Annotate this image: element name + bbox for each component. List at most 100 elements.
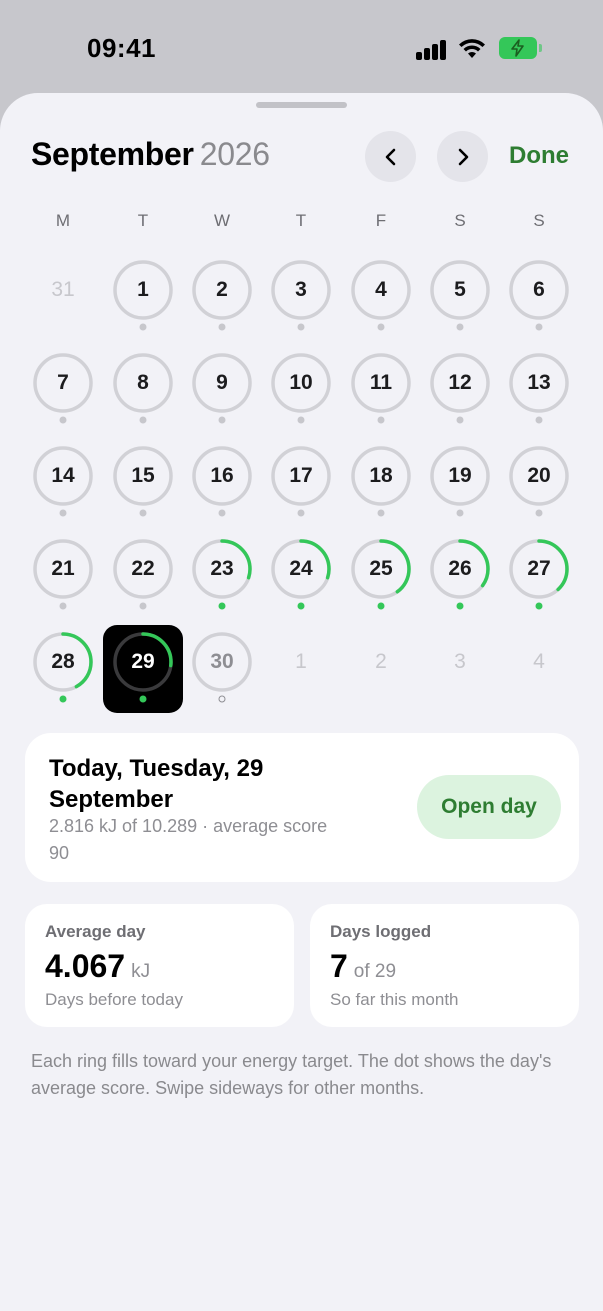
score-dot	[218, 323, 226, 331]
calendar-day-outside-month: 4	[508, 631, 570, 693]
calendar-day-13[interactable]: 13	[508, 352, 570, 414]
explanation-text: Each ring fills toward your energy targe…	[31, 1051, 552, 1098]
score-dot	[59, 695, 67, 703]
calendar-day-2[interactable]: 2	[191, 259, 253, 321]
day-number: 28	[51, 650, 75, 673]
day-number: 1	[295, 650, 307, 673]
calendar-day-28[interactable]: 28	[32, 631, 94, 693]
day-number: 11	[369, 371, 393, 394]
day-number: 14	[51, 464, 75, 487]
calendar-day-23[interactable]: 23	[191, 538, 253, 600]
calendar-day-5[interactable]: 5	[429, 259, 491, 321]
day-number: 3	[295, 278, 307, 301]
calendar-day-3[interactable]: 3	[270, 259, 332, 321]
calendar-day-20[interactable]: 20	[508, 445, 570, 507]
calendar-day-9[interactable]: 9	[191, 352, 253, 414]
score-dot	[139, 416, 147, 424]
day-number: 15	[131, 464, 155, 487]
score-dot	[139, 323, 147, 331]
calendar-day-25[interactable]: 25	[350, 538, 412, 600]
day-number: 23	[210, 557, 234, 580]
score-dot	[535, 323, 543, 331]
calendar-day-29[interactable]: 29	[112, 631, 174, 693]
calendar-day-outside-month: 1	[270, 631, 332, 693]
score-dot	[535, 416, 543, 424]
calendar-day-10[interactable]: 10	[270, 352, 332, 414]
day-number: 2	[216, 278, 228, 301]
score-dot	[456, 602, 464, 610]
score-dot	[59, 509, 67, 517]
today-summary-card: Today, Tuesday, 29 September 2.816 kJ of…	[25, 733, 579, 882]
calendar-day-12[interactable]: 12	[429, 352, 491, 414]
score-dot	[377, 509, 385, 517]
day-number: 7	[57, 371, 69, 394]
calendar-day-7[interactable]: 7	[32, 352, 94, 414]
calendar-sheet: September 2026 Done M T W T F S S 31 1 2 3 4 5…	[0, 93, 603, 1311]
calendar-day-outside-month: 31	[32, 259, 94, 321]
score-dot	[297, 602, 305, 610]
calendar-day-1[interactable]: 1	[112, 259, 174, 321]
day-number: 24	[289, 557, 313, 580]
stat-unit: of 29	[353, 961, 397, 982]
stat-note: Days before today	[45, 990, 183, 1009]
day-number: 6	[533, 278, 545, 301]
open-day-button[interactable]: Open day	[417, 775, 561, 839]
calendar-day-15[interactable]: 15	[112, 445, 174, 507]
calendar-day-16[interactable]: 16	[191, 445, 253, 507]
day-number: 8	[137, 371, 149, 394]
score-dot	[297, 323, 305, 331]
day-number: 9	[216, 371, 228, 394]
score-dot	[377, 323, 385, 331]
calendar-day-22[interactable]: 22	[112, 538, 174, 600]
calendar-day-14[interactable]: 14	[32, 445, 94, 507]
score-dot	[297, 416, 305, 424]
score-dot	[218, 602, 226, 610]
calendar-day-21[interactable]: 21	[32, 538, 94, 600]
stat-unit: kJ	[131, 961, 151, 982]
day-number: 2	[375, 650, 387, 673]
score-dot	[377, 602, 385, 610]
calendar-day-19[interactable]: 19	[429, 445, 491, 507]
calendar-day-6[interactable]: 6	[508, 259, 570, 321]
today-subtitle: 2.816 kJ of 10.289 · average score 90	[49, 816, 328, 863]
day-number: 19	[448, 464, 472, 487]
cellular-signal-icon	[416, 38, 448, 60]
calendar-day-18[interactable]: 18	[350, 445, 412, 507]
score-dot	[218, 509, 226, 517]
calendar-day-outside-month: 3	[429, 631, 491, 693]
calendar-day-24[interactable]: 24	[270, 538, 332, 600]
calendar-day-outside-month: 2	[350, 631, 412, 693]
score-dot	[218, 695, 226, 703]
calendar-day-8[interactable]: 8	[112, 352, 174, 414]
stat-label: Days logged	[330, 922, 432, 941]
calendar-day-17[interactable]: 17	[270, 445, 332, 507]
days-logged-card: Days logged 7 of 29 So far this month	[310, 904, 579, 1027]
score-dot	[456, 509, 464, 517]
score-dot	[456, 416, 464, 424]
day-number: 27	[527, 557, 551, 580]
today-title: Today, Tuesday, 29 September	[49, 755, 264, 813]
calendar-grid: 31 1 2 3 4 5 6 7 8 9 10 11 12 13 14 15 16 17 18 19 20 21 22 23 2…	[0, 93, 603, 713]
stat-value-row: 7 of 29	[330, 948, 396, 985]
calendar-day-26[interactable]: 26	[429, 538, 491, 600]
day-number: 29	[131, 650, 155, 673]
score-dot	[218, 416, 226, 424]
calendar-day-27[interactable]: 27	[508, 538, 570, 600]
day-number: 3	[454, 650, 466, 673]
score-dot	[377, 416, 385, 424]
calendar-day-30[interactable]: 30	[191, 631, 253, 693]
score-dot	[139, 695, 147, 703]
calendar-day-11[interactable]: 11	[350, 352, 412, 414]
score-dot	[535, 602, 543, 610]
calendar-day-4[interactable]: 4	[350, 259, 412, 321]
score-dot	[59, 416, 67, 424]
score-dot	[456, 323, 464, 331]
stat-value: 7	[330, 948, 348, 984]
day-number: 1	[137, 278, 149, 301]
day-number: 25	[369, 557, 393, 580]
day-number: 5	[454, 278, 466, 301]
score-dot	[139, 509, 147, 517]
stat-value: 4.067	[45, 948, 126, 984]
stat-note: So far this month	[330, 990, 459, 1009]
average-day-card: Average day 4.067 kJ Days before today	[25, 904, 294, 1027]
